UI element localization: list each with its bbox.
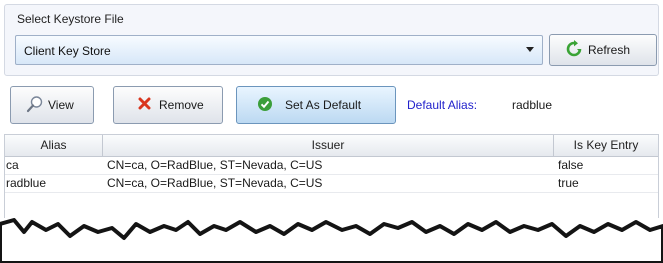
refresh-button[interactable]: Refresh <box>549 34 657 66</box>
cell-issuer: CN=ca, O=RadBlue, ST=Nevada, C=US <box>107 176 323 190</box>
set-as-default-button-label: Set As Default <box>285 98 362 112</box>
remove-button-label: Remove <box>159 98 204 112</box>
cell-issuer: CN=ca, O=RadBlue, ST=Nevada, C=US <box>107 158 323 172</box>
remove-button[interactable]: Remove <box>113 86 223 124</box>
cell-alias: ca <box>6 158 19 172</box>
table-header: Alias Issuer Is Key Entry <box>5 135 658 157</box>
keystore-select-value: Client Key Store <box>24 44 111 58</box>
column-header-alias[interactable]: Alias <box>5 135 103 157</box>
torn-edge <box>0 218 663 263</box>
default-alias-value: radblue <box>512 98 553 112</box>
keystore-group-title: Select Keystore File <box>17 12 124 26</box>
keystore-select[interactable]: Client Key Store <box>15 35 543 65</box>
default-alias-caption: Default Alias: <box>407 98 478 112</box>
cell-alias: radblue <box>6 176 47 190</box>
column-header-is-key-entry[interactable]: Is Key Entry <box>554 135 658 157</box>
table-row[interactable]: ca CN=ca, O=RadBlue, ST=Nevada, C=US fal… <box>5 157 658 175</box>
refresh-button-label: Refresh <box>588 43 631 57</box>
set-as-default-button[interactable]: Set As Default <box>236 86 396 124</box>
cell-is-key-entry: true <box>558 176 579 190</box>
view-button-label: View <box>48 98 74 112</box>
cell-is-key-entry: false <box>558 158 584 172</box>
table-row[interactable]: radblue CN=ca, O=RadBlue, ST=Nevada, C=U… <box>5 175 658 193</box>
remove-x-icon <box>138 97 151 113</box>
chevron-down-icon[interactable] <box>526 47 534 52</box>
refresh-icon <box>565 39 583 61</box>
view-button[interactable]: View <box>10 86 94 124</box>
keystore-group: Select Keystore File Client Key Store Re… <box>4 4 659 76</box>
check-circle-icon <box>257 96 273 115</box>
magnifier-icon <box>26 95 44 116</box>
column-header-issuer[interactable]: Issuer <box>103 135 554 157</box>
